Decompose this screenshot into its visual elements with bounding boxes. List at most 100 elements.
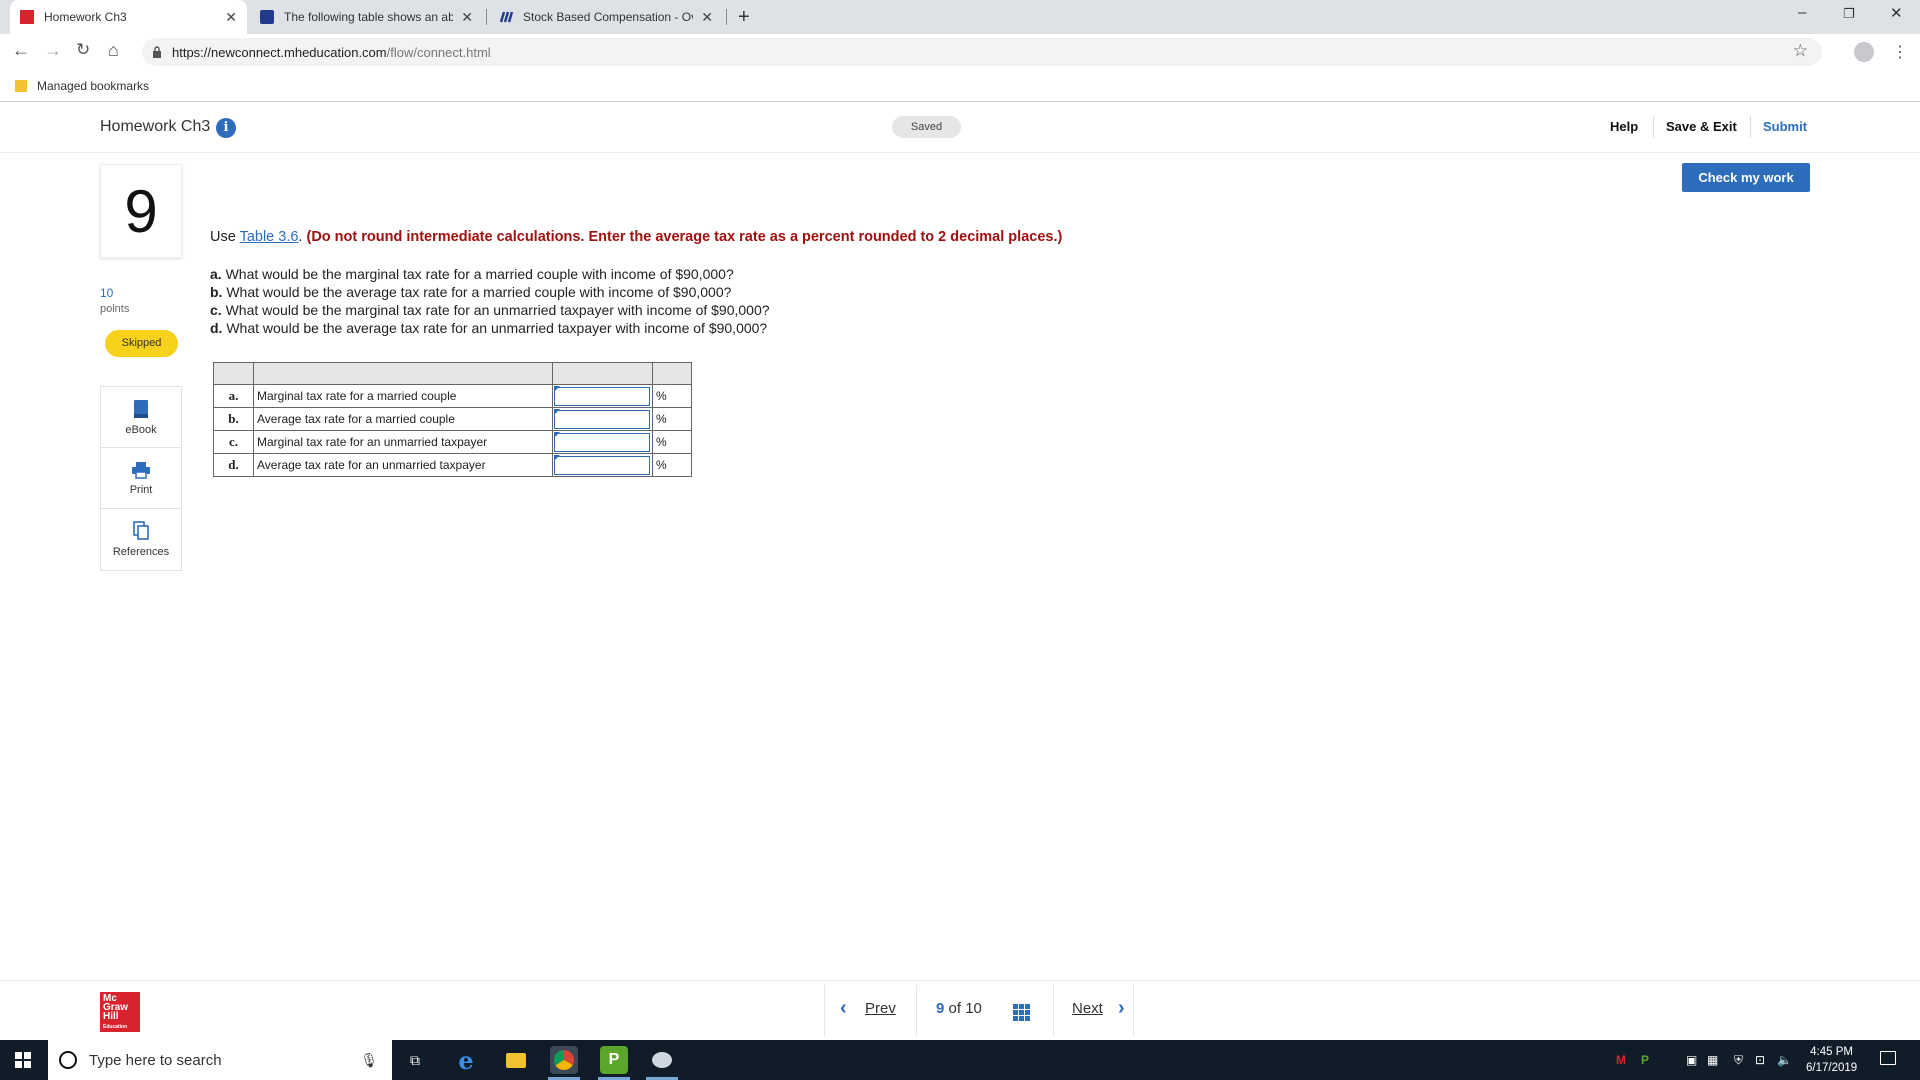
reload-icon[interactable]: ↻ (76, 40, 90, 60)
home-icon[interactable]: ⌂ (108, 40, 119, 61)
footer-divider (916, 985, 917, 1037)
mcafee-tray-icon[interactable]: M (1616, 1053, 1626, 1067)
table-link[interactable]: Table 3.6 (240, 229, 299, 245)
clock-date: 6/17/2019 (1806, 1062, 1858, 1074)
taskbar-clock[interactable]: 4:45 PM 6/17/2019 (1806, 1044, 1857, 1076)
footer-divider (1053, 985, 1054, 1037)
page-of: of (948, 1000, 962, 1017)
tab-title: Stock Based Compensation - Ove (523, 10, 694, 24)
table-header-row (213, 362, 692, 385)
volume-icon[interactable]: 🔈 (1777, 1053, 1792, 1067)
tab-divider (486, 9, 487, 25)
save-exit-link[interactable]: Save & Exit (1666, 119, 1737, 134)
points-label: points (100, 303, 130, 315)
taskbar-search[interactable]: Type here to search 🎙 (48, 1040, 392, 1080)
references-label: References (112, 546, 170, 558)
network-icon[interactable]: ⊡ (1755, 1053, 1765, 1067)
paint-app-icon[interactable] (648, 1046, 676, 1074)
footer-divider (824, 985, 825, 1037)
file-explorer-icon[interactable] (502, 1046, 530, 1074)
percent-unit: % (652, 384, 692, 408)
tray-app-icon[interactable]: ▣ (1686, 1053, 1697, 1067)
ebook-button[interactable]: eBook (101, 387, 181, 448)
question-part-a: a. What would be the marginal tax rate f… (210, 266, 734, 282)
assignment-header: Homework Ch3 i Saved Help Save & Exit Su… (0, 103, 1920, 153)
browser-toolbar: ← → ↻ ⌂ https://newconnect.mheducation.c… (0, 34, 1920, 70)
folder-icon (15, 79, 27, 92)
chevron-left-icon[interactable]: ‹ (840, 997, 847, 1020)
tab-homework[interactable]: Homework Ch3 ✕ (10, 0, 247, 34)
references-button[interactable]: References (101, 509, 181, 570)
saved-status-badge: Saved (892, 116, 961, 138)
input-flag-icon (554, 455, 560, 461)
restore-window-icon[interactable]: ❐ (1843, 6, 1855, 22)
copy-icon (133, 521, 149, 540)
next-button[interactable]: Next (1072, 1000, 1103, 1017)
help-link[interactable]: Help (1610, 119, 1638, 134)
address-bar[interactable]: https://newconnect.mheducation.com/flow/… (142, 38, 1822, 66)
spreadsheet-app-icon[interactable]: P (600, 1046, 628, 1074)
profile-avatar-icon[interactable] (1854, 42, 1874, 62)
answer-input-a[interactable] (554, 386, 650, 406)
table-row: d. Average tax rate for an unmarried tax… (213, 453, 692, 477)
row-label: Average tax rate for an unmarried taxpay… (253, 453, 553, 477)
microphone-icon[interactable]: 🎙 (360, 1052, 378, 1069)
page-indicator[interactable]: 9 of 10 (936, 1000, 982, 1017)
app-tray-icon[interactable]: P (1641, 1053, 1649, 1067)
assignment-footer: Mc Graw Hill Education ‹ Prev 9 of 10 Ne… (0, 980, 1920, 1040)
tab-stock-based-compensation[interactable]: Stock Based Compensation - Ove ✕ (489, 0, 723, 34)
question-number: 9 (100, 164, 182, 258)
answer-input-b[interactable] (554, 409, 650, 429)
table-row: a. Marginal tax rate for a married coupl… (213, 384, 692, 408)
question-parts: a. What would be the marginal tax rate f… (210, 265, 770, 337)
table-row: c. Marginal tax rate for an unmarried ta… (213, 430, 692, 454)
print-label: Print (129, 483, 153, 496)
check-my-work-button[interactable]: Check my work (1682, 163, 1810, 192)
tab-following-table[interactable]: The following table shows an abl ✕ (250, 0, 483, 34)
action-center-icon[interactable] (1880, 1051, 1896, 1065)
tab-title: Homework Ch3 (44, 10, 127, 24)
question-grid-icon[interactable] (1013, 1004, 1030, 1021)
close-tab-icon[interactable]: ✕ (225, 9, 237, 26)
back-arrow-icon[interactable]: ← (12, 40, 30, 61)
cortana-icon (59, 1051, 77, 1069)
minimize-window-icon[interactable]: – (1798, 4, 1806, 21)
wall-street-favicon-icon (499, 10, 514, 24)
bookmark-managed[interactable]: Managed bookmarks (37, 79, 149, 93)
answer-input-d[interactable] (554, 455, 650, 475)
bookmark-star-icon[interactable]: ☆ (1793, 41, 1808, 61)
lock-icon (153, 46, 161, 58)
edge-browser-icon[interactable]: e (452, 1046, 480, 1075)
tray-app-icon[interactable]: ▦ (1707, 1053, 1718, 1067)
header-divider (1750, 116, 1751, 138)
windows-start-icon[interactable] (15, 1052, 31, 1068)
close-tab-icon[interactable]: ✕ (461, 9, 473, 26)
row-letter: c. (213, 430, 254, 454)
percent-unit: % (652, 407, 692, 431)
windows-taskbar: Type here to search 🎙 ⧉ e P M P ▣ ▦ ⛨ ⊡ … (0, 1040, 1920, 1080)
forward-arrow-icon[interactable]: → (44, 40, 62, 61)
answer-input-c[interactable] (554, 432, 650, 452)
chevron-right-icon[interactable]: › (1118, 997, 1125, 1020)
tray-shield-icon[interactable]: ⛨ (1734, 1053, 1743, 1068)
prev-button[interactable]: Prev (865, 1000, 896, 1017)
info-icon[interactable]: i (216, 118, 236, 138)
print-button[interactable]: Print (101, 448, 181, 509)
mcgraw-hill-favicon-icon (20, 10, 34, 24)
book-icon (134, 399, 148, 418)
taskbar-search-placeholder: Type here to search (89, 1051, 222, 1069)
footer-divider (1133, 985, 1134, 1037)
input-flag-icon (554, 409, 560, 415)
row-label: Average tax rate for a married couple (253, 407, 553, 431)
task-view-icon[interactable]: ⧉ (401, 1046, 429, 1074)
browser-menu-icon[interactable]: ⋮ (1892, 42, 1908, 62)
close-tab-icon[interactable]: ✕ (701, 9, 713, 26)
tab-divider (726, 9, 727, 25)
close-window-icon[interactable]: ✕ (1890, 4, 1903, 22)
submit-link[interactable]: Submit (1763, 119, 1807, 134)
input-flag-icon (554, 432, 560, 438)
new-tab-button[interactable]: + (738, 6, 750, 29)
current-page: 9 (936, 1000, 945, 1017)
ebook-label: eBook (125, 423, 157, 436)
chrome-browser-icon[interactable] (550, 1046, 578, 1074)
